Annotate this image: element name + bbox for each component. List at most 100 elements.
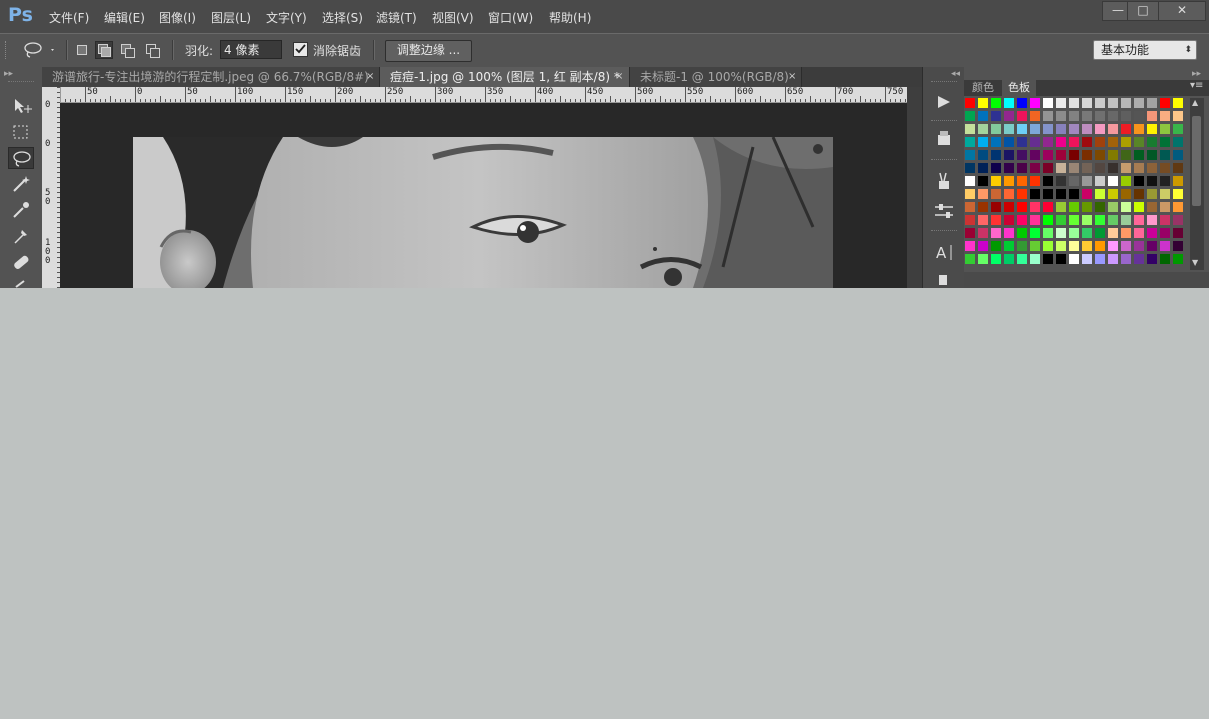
color-swatch[interactable]: [1134, 150, 1144, 160]
color-swatch[interactable]: [1043, 111, 1053, 121]
color-swatch[interactable]: [1095, 215, 1105, 225]
color-swatch[interactable]: [991, 228, 1001, 238]
color-swatch[interactable]: [1069, 111, 1079, 121]
color-swatch[interactable]: [1004, 254, 1014, 264]
color-swatch[interactable]: [1017, 189, 1027, 199]
color-swatch[interactable]: [991, 202, 1001, 212]
color-swatch[interactable]: [1069, 228, 1079, 238]
maximize-button[interactable]: □: [1127, 1, 1159, 21]
color-swatch[interactable]: [1017, 150, 1027, 160]
magic-wand-tool[interactable]: [8, 173, 34, 195]
color-swatch[interactable]: [978, 241, 988, 251]
color-swatch[interactable]: [1121, 228, 1131, 238]
color-swatch[interactable]: [1160, 111, 1170, 121]
color-swatch[interactable]: [1147, 163, 1157, 173]
color-swatch[interactable]: [1043, 241, 1053, 251]
color-swatch[interactable]: [1095, 163, 1105, 173]
color-swatch[interactable]: [991, 98, 1001, 108]
color-swatch[interactable]: [1056, 202, 1066, 212]
expand-panel-icon[interactable]: ▸▸: [1192, 69, 1201, 79]
color-swatch[interactable]: [978, 163, 988, 173]
color-swatch[interactable]: [991, 215, 1001, 225]
scroll-thumb[interactable]: [1192, 116, 1201, 206]
menu-edit[interactable]: 编辑(E): [104, 9, 145, 26]
color-swatch[interactable]: [1030, 111, 1040, 121]
menu-select[interactable]: 选择(S): [322, 9, 363, 26]
color-swatch[interactable]: [1095, 111, 1105, 121]
paragraph-panel-button[interactable]: [931, 271, 957, 288]
color-swatch[interactable]: [1121, 124, 1131, 134]
color-swatch[interactable]: [1056, 189, 1066, 199]
color-swatch[interactable]: [1030, 228, 1040, 238]
color-swatch[interactable]: [978, 228, 988, 238]
color-swatch[interactable]: [965, 228, 975, 238]
color-swatch[interactable]: [1017, 176, 1027, 186]
workspace-select[interactable]: 基本功能 ⬍: [1093, 40, 1197, 60]
color-swatch[interactable]: [1004, 189, 1014, 199]
color-swatch[interactable]: [1004, 202, 1014, 212]
color-swatch[interactable]: [1121, 202, 1131, 212]
color-swatch[interactable]: [1108, 241, 1118, 251]
color-swatch[interactable]: [978, 150, 988, 160]
color-swatch[interactable]: [965, 150, 975, 160]
color-swatch[interactable]: [1147, 241, 1157, 251]
color-swatch[interactable]: [1069, 137, 1079, 147]
color-swatch[interactable]: [991, 189, 1001, 199]
color-swatch[interactable]: [1108, 228, 1118, 238]
color-swatch[interactable]: [1173, 215, 1183, 225]
color-swatch[interactable]: [1134, 202, 1144, 212]
color-swatch[interactable]: [1173, 150, 1183, 160]
color-swatch[interactable]: [978, 215, 988, 225]
color-swatch[interactable]: [1017, 124, 1027, 134]
color-swatch[interactable]: [1082, 215, 1092, 225]
color-swatch[interactable]: [1030, 189, 1040, 199]
color-swatch[interactable]: [1056, 176, 1066, 186]
color-swatch[interactable]: [1004, 241, 1014, 251]
eyedropper-tool[interactable]: [8, 225, 34, 247]
color-swatch[interactable]: [1082, 176, 1092, 186]
color-swatch[interactable]: [1017, 228, 1027, 238]
menu-type[interactable]: 文字(Y): [266, 9, 307, 26]
color-swatch[interactable]: [978, 254, 988, 264]
color-swatch[interactable]: [1108, 150, 1118, 160]
menu-help[interactable]: 帮助(H): [549, 9, 591, 26]
color-swatch[interactable]: [1095, 150, 1105, 160]
color-swatch[interactable]: [1173, 137, 1183, 147]
tab-youpu[interactable]: 游谱旅行-专注出境游的行程定制.jpeg @ 66.7%(RGB/8#) ×: [42, 67, 380, 87]
color-swatch[interactable]: [1056, 163, 1066, 173]
color-swatch[interactable]: [1043, 189, 1053, 199]
color-swatch[interactable]: [1082, 111, 1092, 121]
color-swatch[interactable]: [1160, 163, 1170, 173]
color-swatch[interactable]: [1095, 228, 1105, 238]
color-swatch[interactable]: [1160, 98, 1170, 108]
color-swatch[interactable]: [1108, 111, 1118, 121]
color-swatch[interactable]: [991, 150, 1001, 160]
menu-file[interactable]: 文件(F): [49, 9, 89, 26]
marquee-tool[interactable]: [8, 121, 34, 143]
color-swatch[interactable]: [1004, 163, 1014, 173]
refine-edge-button[interactable]: 调整边缘 ...: [385, 40, 472, 62]
color-swatch[interactable]: [1056, 150, 1066, 160]
color-swatch[interactable]: [1056, 98, 1066, 108]
color-swatch[interactable]: [1030, 124, 1040, 134]
panel-menu-icon[interactable]: ▾≡: [1190, 80, 1203, 91]
menu-layer[interactable]: 图层(L): [211, 9, 251, 26]
color-swatch[interactable]: [1134, 228, 1144, 238]
color-swatch[interactable]: [1160, 254, 1170, 264]
character-panel-button[interactable]: A: [931, 241, 957, 263]
color-swatch[interactable]: [1147, 228, 1157, 238]
color-swatch[interactable]: [1069, 176, 1079, 186]
canvas-vertical-scrollbar[interactable]: [907, 87, 922, 288]
color-swatch[interactable]: [1069, 150, 1079, 160]
color-swatch[interactable]: [1121, 241, 1131, 251]
tab-close-icon[interactable]: ×: [788, 67, 796, 87]
color-swatch[interactable]: [1017, 111, 1027, 121]
color-swatch[interactable]: [1043, 163, 1053, 173]
color-swatch[interactable]: [1017, 202, 1027, 212]
color-swatch[interactable]: [1108, 176, 1118, 186]
new-selection-button[interactable]: [73, 41, 91, 59]
color-swatch[interactable]: [1069, 189, 1079, 199]
color-swatch[interactable]: [1121, 98, 1131, 108]
color-swatch[interactable]: [1173, 202, 1183, 212]
color-swatch[interactable]: [1043, 150, 1053, 160]
